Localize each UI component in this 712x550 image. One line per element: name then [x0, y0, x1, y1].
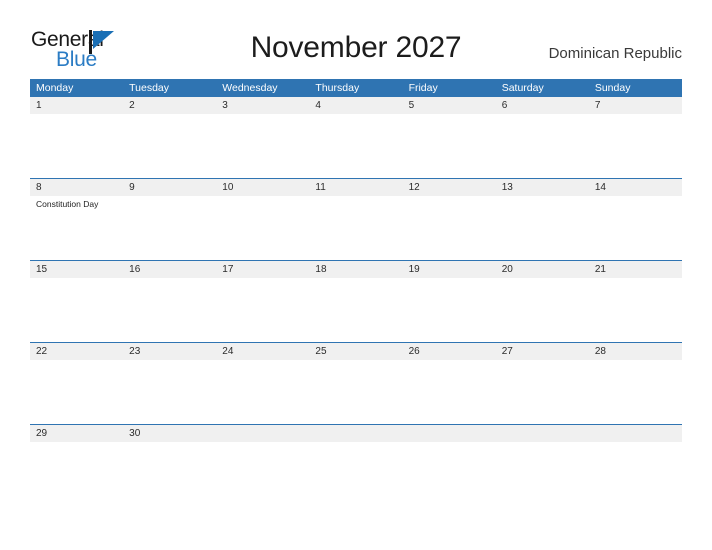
day-number[interactable]: 25 — [309, 343, 402, 360]
day-number[interactable]: 8 — [30, 179, 123, 196]
day-number-band: 22 23 24 25 26 27 28 — [30, 343, 682, 360]
day-number[interactable]: 6 — [496, 97, 589, 114]
day-cell[interactable] — [30, 114, 123, 177]
day-number[interactable]: 9 — [123, 179, 216, 196]
day-cell[interactable] — [589, 196, 682, 259]
day-number[interactable]: 17 — [216, 261, 309, 278]
day-cell-empty — [496, 425, 589, 442]
day-number[interactable]: 4 — [309, 97, 402, 114]
day-cell[interactable] — [30, 278, 123, 341]
day-cell[interactable] — [589, 278, 682, 341]
day-cell[interactable] — [496, 360, 589, 423]
country-label: Dominican Republic — [548, 45, 682, 62]
day-cell[interactable] — [403, 196, 496, 259]
weekday-header-saturday: Saturday — [501, 82, 544, 94]
calendar-week-row: 15 16 17 18 19 20 21 — [30, 261, 682, 342]
calendar-week-row: 1 2 3 4 5 6 7 — [30, 97, 682, 178]
day-cell[interactable] — [123, 442, 216, 505]
page-header: General Blue November 2027 Dominican Rep… — [0, 0, 712, 78]
day-cell-empty — [403, 442, 496, 505]
day-number[interactable]: 27 — [496, 343, 589, 360]
day-number[interactable]: 10 — [216, 179, 309, 196]
day-cell[interactable] — [123, 196, 216, 259]
calendar-grid: Monday Tuesday Wednesday Thursday Friday… — [30, 79, 682, 506]
day-cell[interactable] — [309, 360, 402, 423]
day-cell[interactable] — [309, 278, 402, 341]
day-cell[interactable] — [216, 114, 309, 177]
day-cell[interactable] — [403, 114, 496, 177]
day-number[interactable]: 16 — [123, 261, 216, 278]
day-number[interactable]: 1 — [30, 97, 123, 114]
holiday-event: Constitution Day — [36, 199, 99, 209]
day-number[interactable]: 21 — [589, 261, 682, 278]
day-number[interactable]: 26 — [403, 343, 496, 360]
day-cell[interactable] — [403, 360, 496, 423]
day-cell[interactable] — [216, 196, 309, 259]
weekday-header-friday: Friday — [408, 82, 438, 94]
day-cell[interactable]: Constitution Day — [30, 196, 123, 259]
day-events-band — [30, 442, 682, 505]
day-cell-empty — [309, 425, 402, 442]
day-cell[interactable] — [123, 360, 216, 423]
day-number-band: 1 2 3 4 5 6 7 — [30, 97, 682, 114]
day-number[interactable]: 30 — [123, 425, 216, 442]
day-cell[interactable] — [216, 360, 309, 423]
day-number[interactable]: 12 — [403, 179, 496, 196]
day-cell[interactable] — [123, 278, 216, 341]
day-number[interactable]: 24 — [216, 343, 309, 360]
day-cell-empty — [216, 425, 309, 442]
day-cell-empty — [589, 425, 682, 442]
day-cell-empty — [309, 442, 402, 505]
day-number-band: 8 9 10 11 12 13 14 — [30, 179, 682, 196]
day-events-band: Constitution Day — [30, 196, 682, 259]
day-number[interactable]: 14 — [589, 179, 682, 196]
day-number[interactable]: 15 — [30, 261, 123, 278]
day-cell-empty — [216, 442, 309, 505]
day-number[interactable]: 11 — [309, 179, 402, 196]
day-number-band: 29 30 — [30, 425, 682, 442]
day-number[interactable]: 19 — [403, 261, 496, 278]
day-events-band — [30, 360, 682, 423]
weekday-header-thursday: Thursday — [315, 82, 360, 94]
day-cell-empty — [496, 442, 589, 505]
day-cell[interactable] — [309, 196, 402, 259]
weekday-header-monday: Monday — [36, 82, 74, 94]
day-number[interactable]: 5 — [403, 97, 496, 114]
day-number[interactable]: 29 — [30, 425, 123, 442]
day-cell[interactable] — [496, 196, 589, 259]
day-number[interactable]: 3 — [216, 97, 309, 114]
weekday-header-row: Monday Tuesday Wednesday Thursday Friday… — [30, 79, 682, 97]
day-cell[interactable] — [30, 442, 123, 505]
weekday-header-sunday: Sunday — [594, 82, 631, 94]
calendar-week-row: 22 23 24 25 26 27 28 — [30, 343, 682, 424]
day-number[interactable]: 7 — [589, 97, 682, 114]
day-number[interactable]: 20 — [496, 261, 589, 278]
day-number[interactable]: 18 — [309, 261, 402, 278]
day-number[interactable]: 23 — [123, 343, 216, 360]
day-number[interactable]: 22 — [30, 343, 123, 360]
day-cell[interactable] — [496, 114, 589, 177]
day-events-band — [30, 278, 682, 341]
day-cell[interactable] — [309, 114, 402, 177]
day-cell[interactable] — [496, 278, 589, 341]
day-events-band — [30, 114, 682, 177]
day-number-band: 15 16 17 18 19 20 21 — [30, 261, 682, 278]
day-cell-empty — [403, 425, 496, 442]
day-cell[interactable] — [403, 278, 496, 341]
day-number[interactable]: 13 — [496, 179, 589, 196]
day-cell[interactable] — [589, 360, 682, 423]
weekday-header-wednesday: Wednesday — [222, 82, 278, 94]
calendar-week-row: 29 30 — [30, 425, 682, 506]
day-number[interactable]: 28 — [589, 343, 682, 360]
calendar-week-row: 8 9 10 11 12 13 14 Constitution Day — [30, 179, 682, 260]
day-cell[interactable] — [123, 114, 216, 177]
day-cell[interactable] — [30, 360, 123, 423]
day-cell[interactable] — [216, 278, 309, 341]
day-number[interactable]: 2 — [123, 97, 216, 114]
weekday-header-tuesday: Tuesday — [129, 82, 170, 94]
day-cell[interactable] — [589, 114, 682, 177]
day-cell-empty — [589, 442, 682, 505]
